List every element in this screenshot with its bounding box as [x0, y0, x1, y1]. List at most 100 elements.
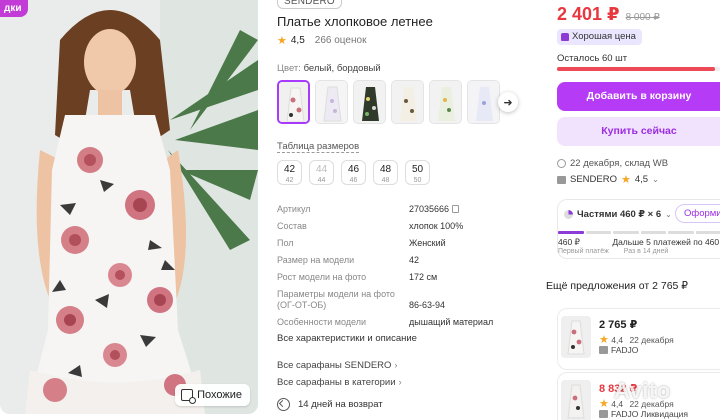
color-variant-thumb[interactable] [429, 80, 462, 124]
avito-watermark: Avito [614, 378, 671, 403]
spec-key: Состав [277, 221, 307, 231]
spec-value-text: 27035666 [409, 204, 450, 214]
variant-dress-icon [468, 81, 499, 123]
chevron-down-icon: ⌄ [665, 210, 672, 219]
rating-value: 4,5 [290, 35, 305, 46]
size-ru-label: 50 [411, 164, 424, 175]
delivery-info: 22 декабря, склад WB [557, 158, 668, 169]
size-ru-label: 48 [379, 164, 392, 175]
offer-seller-name: FADJO [611, 345, 639, 355]
variant-dress-icon [392, 81, 423, 123]
spec-row: Состав хлопок 100% [277, 221, 535, 232]
star-icon: ★ [277, 35, 287, 47]
shop-icon [599, 410, 608, 418]
size-ru-label: 42 [283, 164, 296, 175]
brand-link[interactable]: SENDERO [277, 0, 342, 9]
size-table-link[interactable]: Таблица размеров [277, 141, 360, 153]
size-intl-label: 46 [349, 177, 358, 184]
spec-row: Пол Женский [277, 238, 535, 249]
split-payment-card: Частями 460 ₽ × 6 ⌄ Оформить 460 ₽ Дальш… [557, 199, 720, 259]
category-link[interactable]: Все сарафаны в категории › [277, 377, 402, 388]
offer-rating: 4,4 [611, 335, 624, 345]
offer-dress-icon [561, 380, 591, 420]
spec-key: Рост модели на фото [277, 272, 367, 282]
brand-category-link[interactable]: Все сарафаны SENDERO › [277, 360, 398, 371]
shop-icon [599, 346, 608, 354]
similar-items-button[interactable]: Похожие [175, 384, 250, 406]
spec-value: 86-63-94 [409, 289, 535, 311]
split-values: 460 ₽ Дальше 5 платежей по 460 ₽ [558, 237, 720, 248]
color-variant-thumb[interactable] [277, 80, 310, 124]
offer-seller-name: FADJO Ликвидация [611, 409, 688, 419]
size-intl-label: 44 [317, 177, 326, 184]
spec-key: Пол [277, 238, 294, 248]
variant-dress-icon [354, 81, 385, 123]
spec-row: Артикул 27035666 [277, 204, 535, 215]
color-variant-thumb[interactable] [467, 80, 500, 124]
split-segment [558, 231, 584, 234]
offer-card[interactable]: 2 765 ₽ ★ 4,4 22 декабря FADJO [557, 308, 720, 370]
shop-icon [557, 175, 566, 184]
size-option-46[interactable]: 46 46 [341, 160, 366, 185]
spec-key: Артикул [277, 204, 311, 214]
spec-value-text: 42 [409, 255, 420, 265]
product-title: Платье хлопковое летнее [277, 14, 433, 29]
current-price: 2 401 ₽ [557, 4, 620, 24]
split-first-value: 460 ₽ [558, 237, 580, 247]
size-option-48[interactable]: 48 48 [373, 160, 398, 185]
size-option-50[interactable]: 50 50 [405, 160, 430, 185]
spec-key: Особенности модели [277, 317, 366, 327]
delivery-label: 22 декабря, склад WB [570, 158, 669, 169]
split-next-sub: Раз в 14 дней [623, 248, 669, 255]
offer-date: 22 декабря [629, 335, 674, 345]
color-variant-thumb[interactable] [391, 80, 424, 124]
split-checkout-button[interactable]: Оформить [675, 204, 720, 223]
size-ru-label: 44 [315, 164, 328, 175]
thumbs-next-button[interactable]: ➜ [498, 92, 518, 112]
variant-dress-icon [316, 81, 347, 123]
spec-value-text: 172 см [409, 272, 438, 282]
split-segment [695, 231, 720, 234]
star-icon: ★ [620, 174, 631, 186]
color-value: белый, бордовый [303, 63, 381, 74]
color-label: Цвет: белый, бордовый [277, 63, 381, 74]
split-segment [668, 231, 694, 234]
return-label: 14 дней на возврат [298, 399, 383, 410]
similar-items-label: Похожие [197, 389, 242, 401]
color-variant-thumb[interactable] [353, 80, 386, 124]
buy-now-button[interactable]: Купить сейчас [557, 117, 720, 146]
add-to-cart-button[interactable]: Добавить в корзину [557, 82, 720, 111]
specs-table: Артикул 27035666 Состав хлопок 100% Пол Женск… [277, 204, 535, 334]
size-option-42[interactable]: 42 42 [277, 160, 302, 185]
all-specs-link[interactable]: Все характеристики и описание [277, 333, 417, 344]
size-intl-label: 50 [413, 177, 422, 184]
good-price-label: Хорошая цена [572, 31, 636, 42]
stock-bar-fill [557, 67, 716, 71]
chevron-right-icon: › [394, 360, 398, 371]
seller-link[interactable]: SENDERO ★ 4,5 ⌄ [557, 173, 659, 186]
variant-dress-icon [279, 82, 308, 122]
reviews-link[interactable]: 266 оценок [315, 35, 367, 46]
seller-name: SENDERO [570, 174, 617, 185]
color-variant-thumb[interactable] [315, 80, 348, 124]
offer-dress-icon [561, 316, 591, 358]
promo-badge: дки [0, 0, 28, 17]
brand-category-link-label: Все сарафаны SENDERO [277, 360, 392, 371]
old-price: 8 000 ₽ [625, 12, 660, 23]
spec-value-text: 86-63-94 [409, 300, 446, 310]
color-variants [277, 80, 500, 124]
spec-value: 27035666 [409, 204, 535, 215]
good-price-badge: Хорошая цена [557, 29, 642, 45]
spec-key: Параметры модели на фото (ОГ-ОТ-ОБ) [277, 289, 395, 310]
spec-row: Рост модели на фото 172 см [277, 272, 535, 283]
product-photo[interactable]: дки Похожие [0, 0, 258, 414]
stock-label: Осталось 60 шт [557, 53, 628, 64]
offer-price: 2 765 ₽ [599, 319, 638, 331]
spec-row: Размер на модели 42 [277, 255, 535, 266]
copy-icon[interactable] [452, 205, 460, 213]
size-ru-label: 46 [347, 164, 360, 175]
split-next-value: Дальше 5 платежей по 460 ₽ [612, 237, 720, 247]
split-payment-icon [564, 210, 573, 219]
split-segment [640, 231, 666, 234]
offer-seller: FADJO [599, 345, 638, 355]
